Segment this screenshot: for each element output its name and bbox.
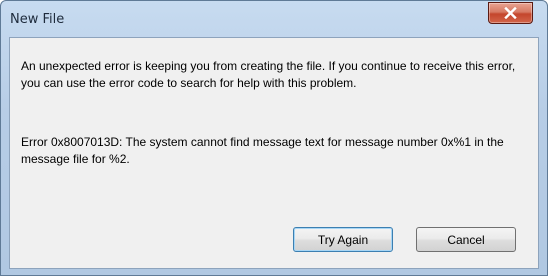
try-again-button[interactable]: Try Again xyxy=(293,227,393,252)
error-description: An unexpected error is keeping you from … xyxy=(21,59,516,90)
new-file-dialog: New File An unexpected error is keeping … xyxy=(0,0,548,276)
error-code-message: Error 0x8007013D: The system cannot find… xyxy=(21,135,504,166)
close-button[interactable] xyxy=(488,2,533,24)
dialog-title: New File xyxy=(10,12,65,27)
title-bar[interactable]: New File xyxy=(1,1,547,37)
dialog-body: An unexpected error is keeping you from … xyxy=(9,37,539,269)
cancel-button[interactable]: Cancel xyxy=(416,227,516,252)
close-icon xyxy=(504,7,517,19)
